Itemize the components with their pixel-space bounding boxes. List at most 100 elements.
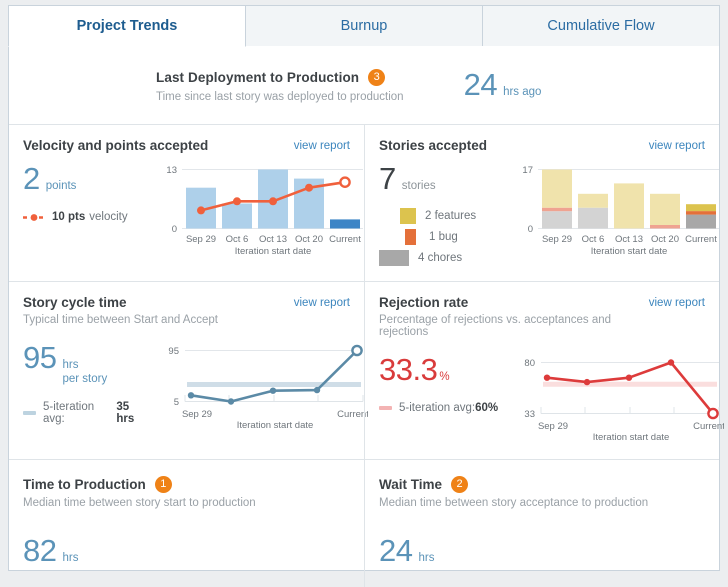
chores-legend-label: 4 chores <box>418 252 462 264</box>
svg-text:17: 17 <box>522 165 533 176</box>
svg-text:Oct 20: Oct 20 <box>295 234 323 245</box>
last-deployment-text: Last Deployment to Production 3 Time sin… <box>156 67 404 103</box>
svg-text:Iteration start date: Iteration start date <box>237 420 314 431</box>
svg-text:Iteration start date: Iteration start date <box>591 246 668 257</box>
bug-swatch-icon <box>405 229 416 245</box>
time-to-production-value: 82 <box>23 533 56 569</box>
status-badge: 2 <box>451 476 468 493</box>
cycle-time-avg-prefix: 5-iteration avg: <box>43 401 116 425</box>
svg-text:Iteration start date: Iteration start date <box>593 432 670 443</box>
rejection-subtitle: Percentage of rejections vs. acceptances… <box>379 314 649 338</box>
last-deployment-subtitle: Time since last story was deployed to pr… <box>156 91 404 103</box>
panel-velocity: Velocity and points accepted view report… <box>9 125 364 281</box>
velocity-key-label: velocity <box>89 211 127 223</box>
svg-text:Iteration start date: Iteration start date <box>235 246 312 257</box>
cycle-time-summary: 95 hrs per story 5-iteration avg: 35 hrs <box>23 340 149 437</box>
stories-summary: 7 stories 2 features 1 bug <box>379 161 505 271</box>
svg-text:Current: Current <box>329 234 361 245</box>
cycle-time-unit: hrs per story <box>62 358 107 387</box>
status-badge: 3 <box>368 69 385 86</box>
stories-view-report-link[interactable]: view report <box>649 138 705 152</box>
cycle-time-unit-line2: per story <box>62 373 107 385</box>
time-to-production-subtitle: Median time between story start to produ… <box>23 497 350 509</box>
svg-text:Oct 6: Oct 6 <box>582 234 605 245</box>
tab-label: Project Trends <box>77 18 178 34</box>
trends-card: Last Deployment to Production 3 Time sin… <box>8 46 720 571</box>
tab-project-trends[interactable]: Project Trends <box>8 5 246 47</box>
status-badge: 1 <box>155 476 172 493</box>
last-deployment-section: Last Deployment to Production 3 Time sin… <box>9 46 719 125</box>
svg-text:Sep 29: Sep 29 <box>542 234 572 245</box>
svg-text:95: 95 <box>168 346 179 357</box>
panel-time-to-production: Time to Production 1 Median time between… <box>9 460 364 587</box>
velocity-title: Velocity and points accepted <box>23 138 208 153</box>
stories-value: 7 <box>379 161 396 197</box>
bug-legend-label: 1 bug <box>429 231 458 243</box>
panel-rejection-rate: Rejection rate Percentage of rejections … <box>364 282 719 459</box>
svg-text:5: 5 <box>174 397 179 408</box>
rejection-chart: 80 33 <box>505 352 724 449</box>
velocity-legend: 10 pts velocity <box>23 211 149 223</box>
metrics-row: Time to Production 1 Median time between… <box>9 460 719 587</box>
rejection-avg-prefix: 5-iteration avg: <box>399 402 475 414</box>
svg-text:Sep 29: Sep 29 <box>182 409 212 420</box>
svg-text:Current: Current <box>685 234 717 245</box>
panel-wait-time: Wait Time 2 Median time between story ac… <box>364 460 719 587</box>
stories-unit: stories <box>402 180 436 192</box>
velocity-summary: 2 points 10 pts velocity <box>23 161 149 262</box>
time-to-production-title: Time to Production <box>23 477 146 492</box>
tab-cumulative-flow[interactable]: Cumulative Flow <box>482 5 720 47</box>
cycle-time-unit-line1: hrs <box>62 359 78 371</box>
rejection-summary: 33.3 % 5-iteration avg: 60% <box>379 352 505 449</box>
panel-stories-accepted: Stories accepted view report 7 stories 2… <box>364 125 719 281</box>
tab-label: Burnup <box>341 18 388 34</box>
features-legend-label: 2 features <box>425 210 476 222</box>
svg-text:Sep 29: Sep 29 <box>538 421 568 432</box>
svg-text:80: 80 <box>524 358 535 369</box>
svg-text:Current: Current <box>693 421 724 432</box>
rejection-value: 33.3 <box>379 352 437 388</box>
cycle-time-view-report-link[interactable]: view report <box>294 295 350 309</box>
svg-text:13: 13 <box>166 165 177 176</box>
tab-burnup[interactable]: Burnup <box>245 5 483 47</box>
average-line-swatch-icon <box>379 406 392 410</box>
project-trends-dashboard: Project Trends Burnup Cumulative Flow La… <box>0 0 728 579</box>
charts-row-2: Story cycle time Typical time between St… <box>9 282 719 460</box>
cycle-time-subtitle: Typical time between Start and Accept <box>23 314 218 326</box>
stories-title: Stories accepted <box>379 138 487 153</box>
wait-time-title: Wait Time <box>379 477 442 492</box>
wait-time-unit: hrs <box>418 552 434 564</box>
velocity-unit: points <box>46 180 77 192</box>
velocity-view-report-link[interactable]: view report <box>294 138 350 152</box>
last-deployment-metric: 24 hrs ago <box>464 67 542 103</box>
charts-row-1: Velocity and points accepted view report… <box>9 125 719 282</box>
cycle-time-average-legend: 5-iteration avg: 35 hrs <box>23 401 149 425</box>
cycle-time-avg-value: 35 hrs <box>116 401 149 425</box>
cycle-time-title: Story cycle time <box>23 295 218 310</box>
velocity-line-marker-icon <box>23 213 45 222</box>
features-swatch-icon <box>400 208 416 224</box>
time-to-production-unit: hrs <box>62 552 78 564</box>
rejection-avg-value: 60% <box>475 402 498 414</box>
svg-text:Sep 29: Sep 29 <box>186 234 216 245</box>
svg-text:0: 0 <box>528 224 533 235</box>
svg-text:33: 33 <box>524 409 535 420</box>
stories-chart: 17 0 <box>505 161 724 271</box>
cycle-time-value: 95 <box>23 340 56 376</box>
last-deployment-title: Last Deployment to Production <box>156 70 359 85</box>
last-deployment-value: 24 <box>464 67 497 103</box>
velocity-key-value: 10 pts <box>52 211 85 223</box>
velocity-value: 2 <box>23 161 40 197</box>
last-deployment-unit: hrs ago <box>503 86 541 98</box>
tab-label: Cumulative Flow <box>547 18 654 34</box>
wait-time-value: 24 <box>379 533 412 569</box>
rejection-title: Rejection rate <box>379 295 649 310</box>
average-line-swatch-icon <box>23 411 36 415</box>
svg-text:Oct 13: Oct 13 <box>615 234 643 245</box>
svg-text:Oct 13: Oct 13 <box>259 234 287 245</box>
svg-text:Oct 20: Oct 20 <box>651 234 679 245</box>
rejection-unit: % <box>439 371 449 383</box>
chores-swatch-icon <box>379 250 409 266</box>
panel-story-cycle-time: Story cycle time Typical time between St… <box>9 282 364 459</box>
rejection-view-report-link[interactable]: view report <box>649 295 705 309</box>
